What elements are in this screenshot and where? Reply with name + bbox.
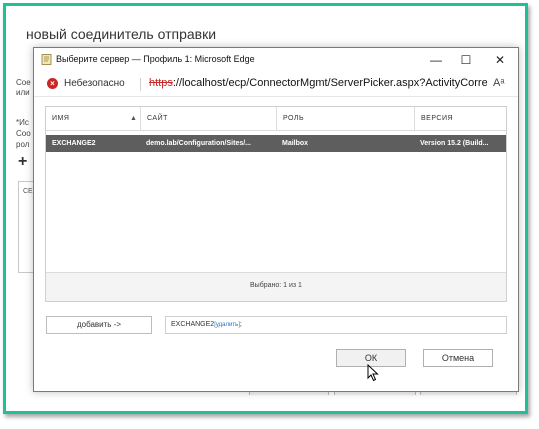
screenshot-frame: новый соединитель отправки Сое или *Ис С… — [3, 3, 528, 414]
background-text-line: или — [16, 88, 30, 97]
background-page-title: новый соединитель отправки — [26, 26, 217, 42]
background-add-icon[interactable]: + — [18, 153, 27, 171]
sort-ascending-icon: ▲ — [130, 115, 138, 122]
selection-separator: ; — [239, 321, 242, 328]
page-document-icon — [41, 54, 52, 65]
close-icon[interactable]: ✕ — [490, 51, 510, 69]
insecure-warning-icon[interactable]: × — [47, 78, 58, 89]
add-button[interactable]: добавить -> — [46, 316, 152, 334]
background-text-line: рол — [16, 140, 30, 149]
column-header-role[interactable]: РОЛЬ — [276, 107, 414, 130]
address-separator — [140, 78, 141, 91]
column-header-site[interactable]: САЙТ — [140, 107, 276, 130]
background-text-line: *Ис — [16, 118, 29, 127]
read-aloud-icon[interactable]: Aᵃ — [493, 77, 504, 89]
selected-server: EXCHANGE2 — [171, 321, 215, 328]
column-header-name[interactable]: ИМЯ ▲ — [46, 107, 140, 130]
url-scheme: https — [149, 77, 173, 89]
column-header-version[interactable]: ВЕРСИЯ — [414, 107, 506, 130]
cell-name: EXCHANGE2 — [52, 140, 96, 147]
cell-version: Version 15.2 (Build... — [420, 140, 489, 147]
column-header-label: ИМЯ — [52, 115, 70, 122]
maximize-icon[interactable]: ☐ — [456, 51, 476, 69]
selected-servers-field[interactable]: EXCHANGE2[удалить]; — [165, 316, 507, 334]
server-picker-window: Выберите сервер — Профиль 1: Microsoft E… — [33, 47, 519, 392]
minimize-icon[interactable]: — — [426, 51, 446, 69]
insecure-label[interactable]: Небезопасно — [64, 78, 125, 89]
url-field[interactable]: https://localhost/ecp/ConnectorMgmt/Serv… — [149, 77, 487, 89]
cancel-button[interactable]: Отмена — [423, 349, 493, 367]
url-path: ://localhost/ecp/ConnectorMgmt/ServerPic… — [172, 77, 487, 89]
grid-footer: Выбрано: 1 из 1 — [46, 272, 506, 301]
selection-count: Выбрано: 1 из 1 — [250, 282, 302, 289]
cell-site: demo.lab/Configuration/Sites/... — [146, 140, 252, 147]
cell-role: Mailbox — [282, 140, 309, 147]
background-list: СЕ — [18, 181, 33, 273]
remove-link[interactable]: [удалить] — [214, 322, 240, 328]
window-titlebar[interactable]: Выберите сервер — Профиль 1: Microsoft E… — [34, 48, 518, 72]
table-row[interactable]: EXCHANGE2 demo.lab/Configuration/Sites/.… — [46, 135, 506, 152]
address-bar[interactable]: × Небезопасно https://localhost/ecp/Conn… — [34, 72, 518, 97]
background-text-line: Соо — [16, 129, 31, 138]
background-text-line: Сое — [16, 78, 31, 87]
window-title: Выберите сервер — Профиль 1: Microsoft E… — [56, 54, 255, 64]
grid-header: ИМЯ ▲ САЙТ РОЛЬ ВЕРСИЯ — [46, 107, 506, 131]
mouse-cursor-icon — [367, 364, 379, 382]
background-list-header: СЕ — [23, 188, 33, 195]
server-grid: ИМЯ ▲ САЙТ РОЛЬ ВЕРСИЯ EXCHANGE2 demo.la… — [45, 106, 507, 302]
